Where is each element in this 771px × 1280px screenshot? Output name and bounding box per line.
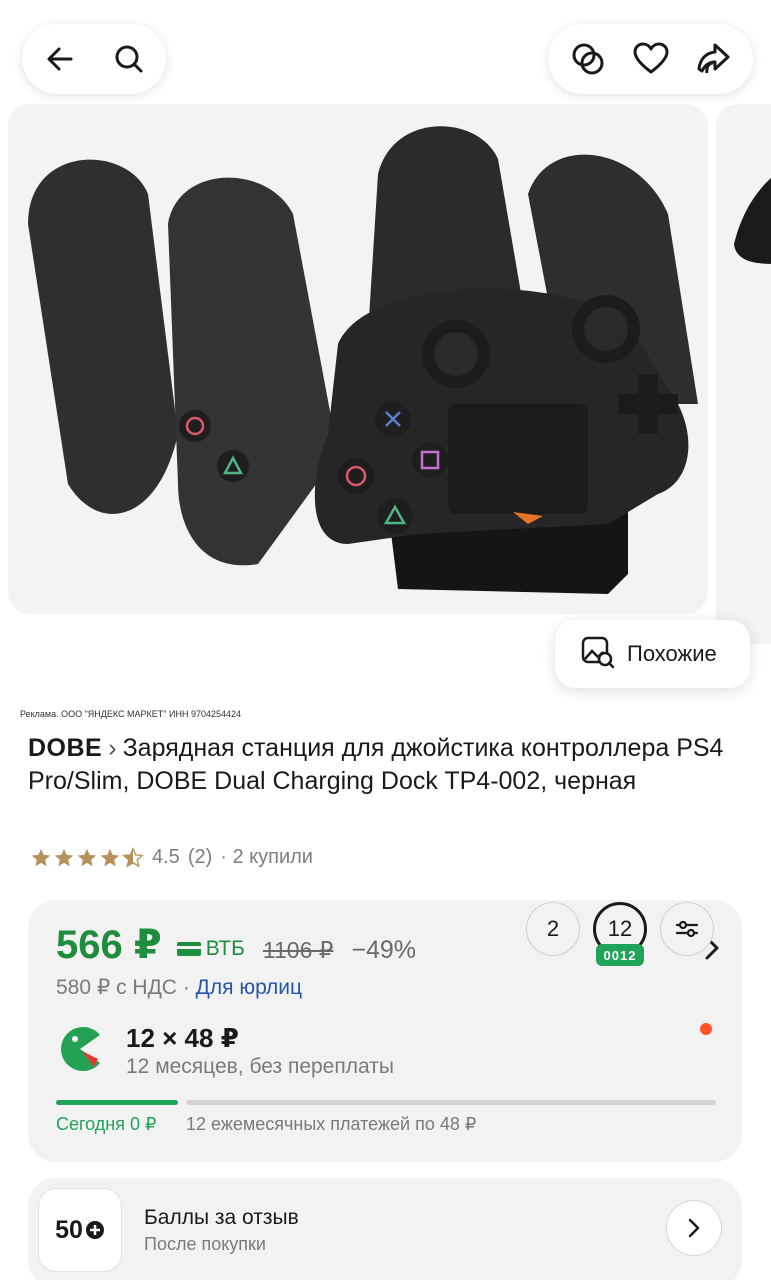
discount: −49%	[351, 936, 417, 964]
installment-title: 12 × 48 ₽	[126, 1023, 239, 1053]
payment-progress-bar	[56, 1100, 716, 1105]
rating-stars	[30, 846, 144, 869]
price-card: 566 ₽ ВТБ 1106 ₽ −49% 580 ₽ с НДС · Для …	[28, 900, 742, 1162]
bonus-card[interactable]: 50 Баллы за отзыв После покупки	[28, 1178, 742, 1280]
arrow-left-icon[interactable]	[38, 37, 81, 81]
monthly-payments: 12 ежемесячных платежей по 48 ₽	[186, 1114, 477, 1134]
plus-points-icon	[85, 1221, 104, 1239]
installment-block[interactable]: 12 × 48 ₽ 12 месяцев, без переплаты	[56, 1023, 716, 1083]
bonus-points: 50	[55, 1215, 83, 1244]
vat-row: 580 ₽ с НДС · Для юрлиц	[56, 975, 302, 1000]
current-price: 566 ₽	[56, 923, 162, 967]
image-search-icon	[579, 633, 615, 675]
legal-entities-link[interactable]: Для юрлиц	[196, 976, 302, 999]
star-icon	[100, 848, 120, 866]
filter-settings-icon[interactable]	[660, 902, 714, 956]
chevron-right-icon: ›	[108, 734, 117, 762]
search-icon[interactable]	[107, 37, 150, 81]
star-icon	[77, 848, 97, 866]
star-half-icon	[122, 846, 144, 868]
bonus-subtitle: После покупки	[144, 1234, 266, 1254]
rating-row[interactable]: 4.5 (2) · 2 купили	[30, 846, 313, 869]
vat-price: 580 ₽ с НДС	[56, 976, 177, 999]
bank-badge: ВТБ	[176, 937, 245, 961]
brand-link[interactable]: DOBE	[28, 734, 102, 762]
similar-label: Похожие	[627, 641, 717, 666]
price-row[interactable]: 566 ₽ ВТБ 1106 ₽ −49%	[56, 922, 416, 968]
heart-icon[interactable]	[629, 37, 673, 81]
bank-name: ВТБ	[205, 937, 245, 960]
progress-fill	[56, 1100, 178, 1105]
rating-value: 4.5	[152, 846, 180, 868]
bonus-points-box: 50	[38, 1188, 122, 1272]
term-badge: 0012	[596, 944, 644, 966]
installment-subtitle: 12 месяцев, без переплаты	[126, 1055, 394, 1078]
product-image[interactable]	[8, 104, 708, 614]
old-price: 1106 ₽	[262, 937, 334, 963]
star-icon	[54, 848, 74, 866]
topbar-right-group	[548, 24, 753, 94]
separator: ·	[182, 976, 190, 999]
chevron-right-icon[interactable]	[666, 1200, 722, 1256]
split-logo-icon	[56, 1025, 104, 1078]
review-count: (2)	[187, 846, 213, 868]
purchase-count: · 2 купили	[220, 846, 313, 868]
product-title: DOBE › Зарядная станция для джойстика конт…	[28, 732, 753, 798]
term-option-2[interactable]: 2	[526, 902, 580, 956]
notification-dot	[700, 1023, 712, 1035]
today-payment: Сегодня 0 ₽	[56, 1114, 157, 1134]
topbar-left-group	[22, 24, 166, 94]
share-icon[interactable]	[691, 37, 735, 81]
star-icon	[31, 848, 51, 866]
compare-icon[interactable]	[566, 37, 610, 81]
card-icon	[176, 942, 201, 956]
bonus-title: Баллы за отзыв	[144, 1206, 299, 1229]
similar-button[interactable]: Похожие	[555, 620, 750, 688]
progress-remaining	[186, 1100, 716, 1105]
next-product-image[interactable]	[716, 104, 771, 644]
product-name: Зарядная станция для джойстика контролле…	[28, 734, 724, 795]
ad-disclaimer: Реклама. ООО "ЯНДЕКС МАРКЕТ" ИНН 9704254…	[20, 709, 242, 719]
